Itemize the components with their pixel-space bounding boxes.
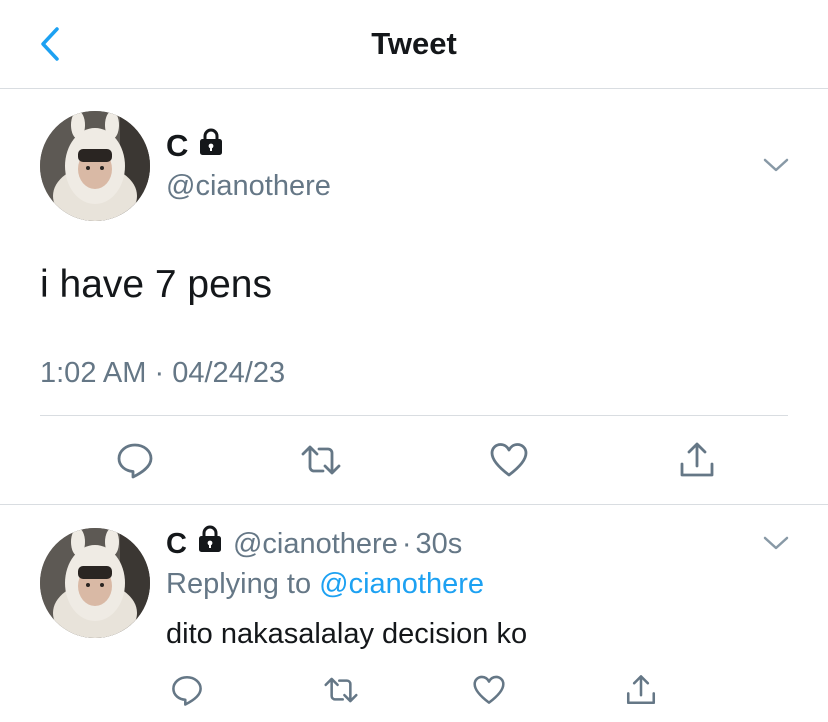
reply-like-button[interactable]: [464, 668, 514, 712]
tweet-date: 04/24/23: [172, 357, 286, 389]
retweet-icon: [324, 677, 358, 703]
replying-to-handle-link[interactable]: @cianothere: [319, 568, 484, 600]
reply-options-button[interactable]: [762, 534, 790, 557]
reply-header: C @cianothere · 30s: [166, 525, 462, 562]
share-icon: [626, 675, 656, 705]
replying-to-label: Replying to: [166, 568, 312, 600]
retweet-button[interactable]: [296, 438, 346, 482]
separator-dot: ·: [401, 527, 412, 560]
replying-to: Replying to @cianothere: [166, 566, 484, 602]
chevron-down-icon: [763, 158, 789, 172]
page-title: Tweet: [371, 26, 457, 61]
share-icon: [680, 442, 714, 477]
lock-icon: [197, 525, 223, 562]
share-button[interactable]: [672, 438, 722, 482]
reply-retweet-button[interactable]: [316, 668, 366, 712]
reply-share-button[interactable]: [616, 668, 666, 712]
reply-reply-button[interactable]: [162, 668, 212, 712]
divider: [0, 504, 828, 505]
reply-icon: [172, 675, 202, 706]
tweet-timestamp[interactable]: 1:02 AM · 04/24/23: [40, 355, 285, 391]
like-button[interactable]: [484, 438, 534, 482]
like-icon: [473, 675, 505, 704]
author-handle[interactable]: @cianothere: [166, 168, 331, 204]
tweet-text: i have 7 pens: [40, 263, 273, 306]
tweet-time: 1:02 AM: [40, 357, 147, 389]
chevron-down-icon: [763, 536, 789, 550]
reply-text: dito nakasalalay decision ko: [166, 618, 528, 650]
divider: [40, 415, 788, 416]
reply-avatar[interactable]: [40, 528, 150, 638]
author-name-text: C: [166, 128, 189, 163]
retweet-icon: [301, 445, 341, 475]
author-name[interactable]: C: [166, 128, 224, 164]
avatar[interactable]: [40, 111, 150, 221]
separator-dot: ·: [154, 357, 165, 389]
reply-icon: [117, 443, 153, 479]
reply-time: 30s: [415, 527, 463, 560]
like-icon: [490, 443, 528, 477]
reply-author-handle[interactable]: @cianothere: [233, 526, 398, 562]
reply-button[interactable]: [110, 438, 160, 482]
lock-icon: [198, 128, 224, 164]
tweet-options-button[interactable]: [762, 156, 790, 179]
reply-author-name[interactable]: C: [166, 526, 187, 562]
